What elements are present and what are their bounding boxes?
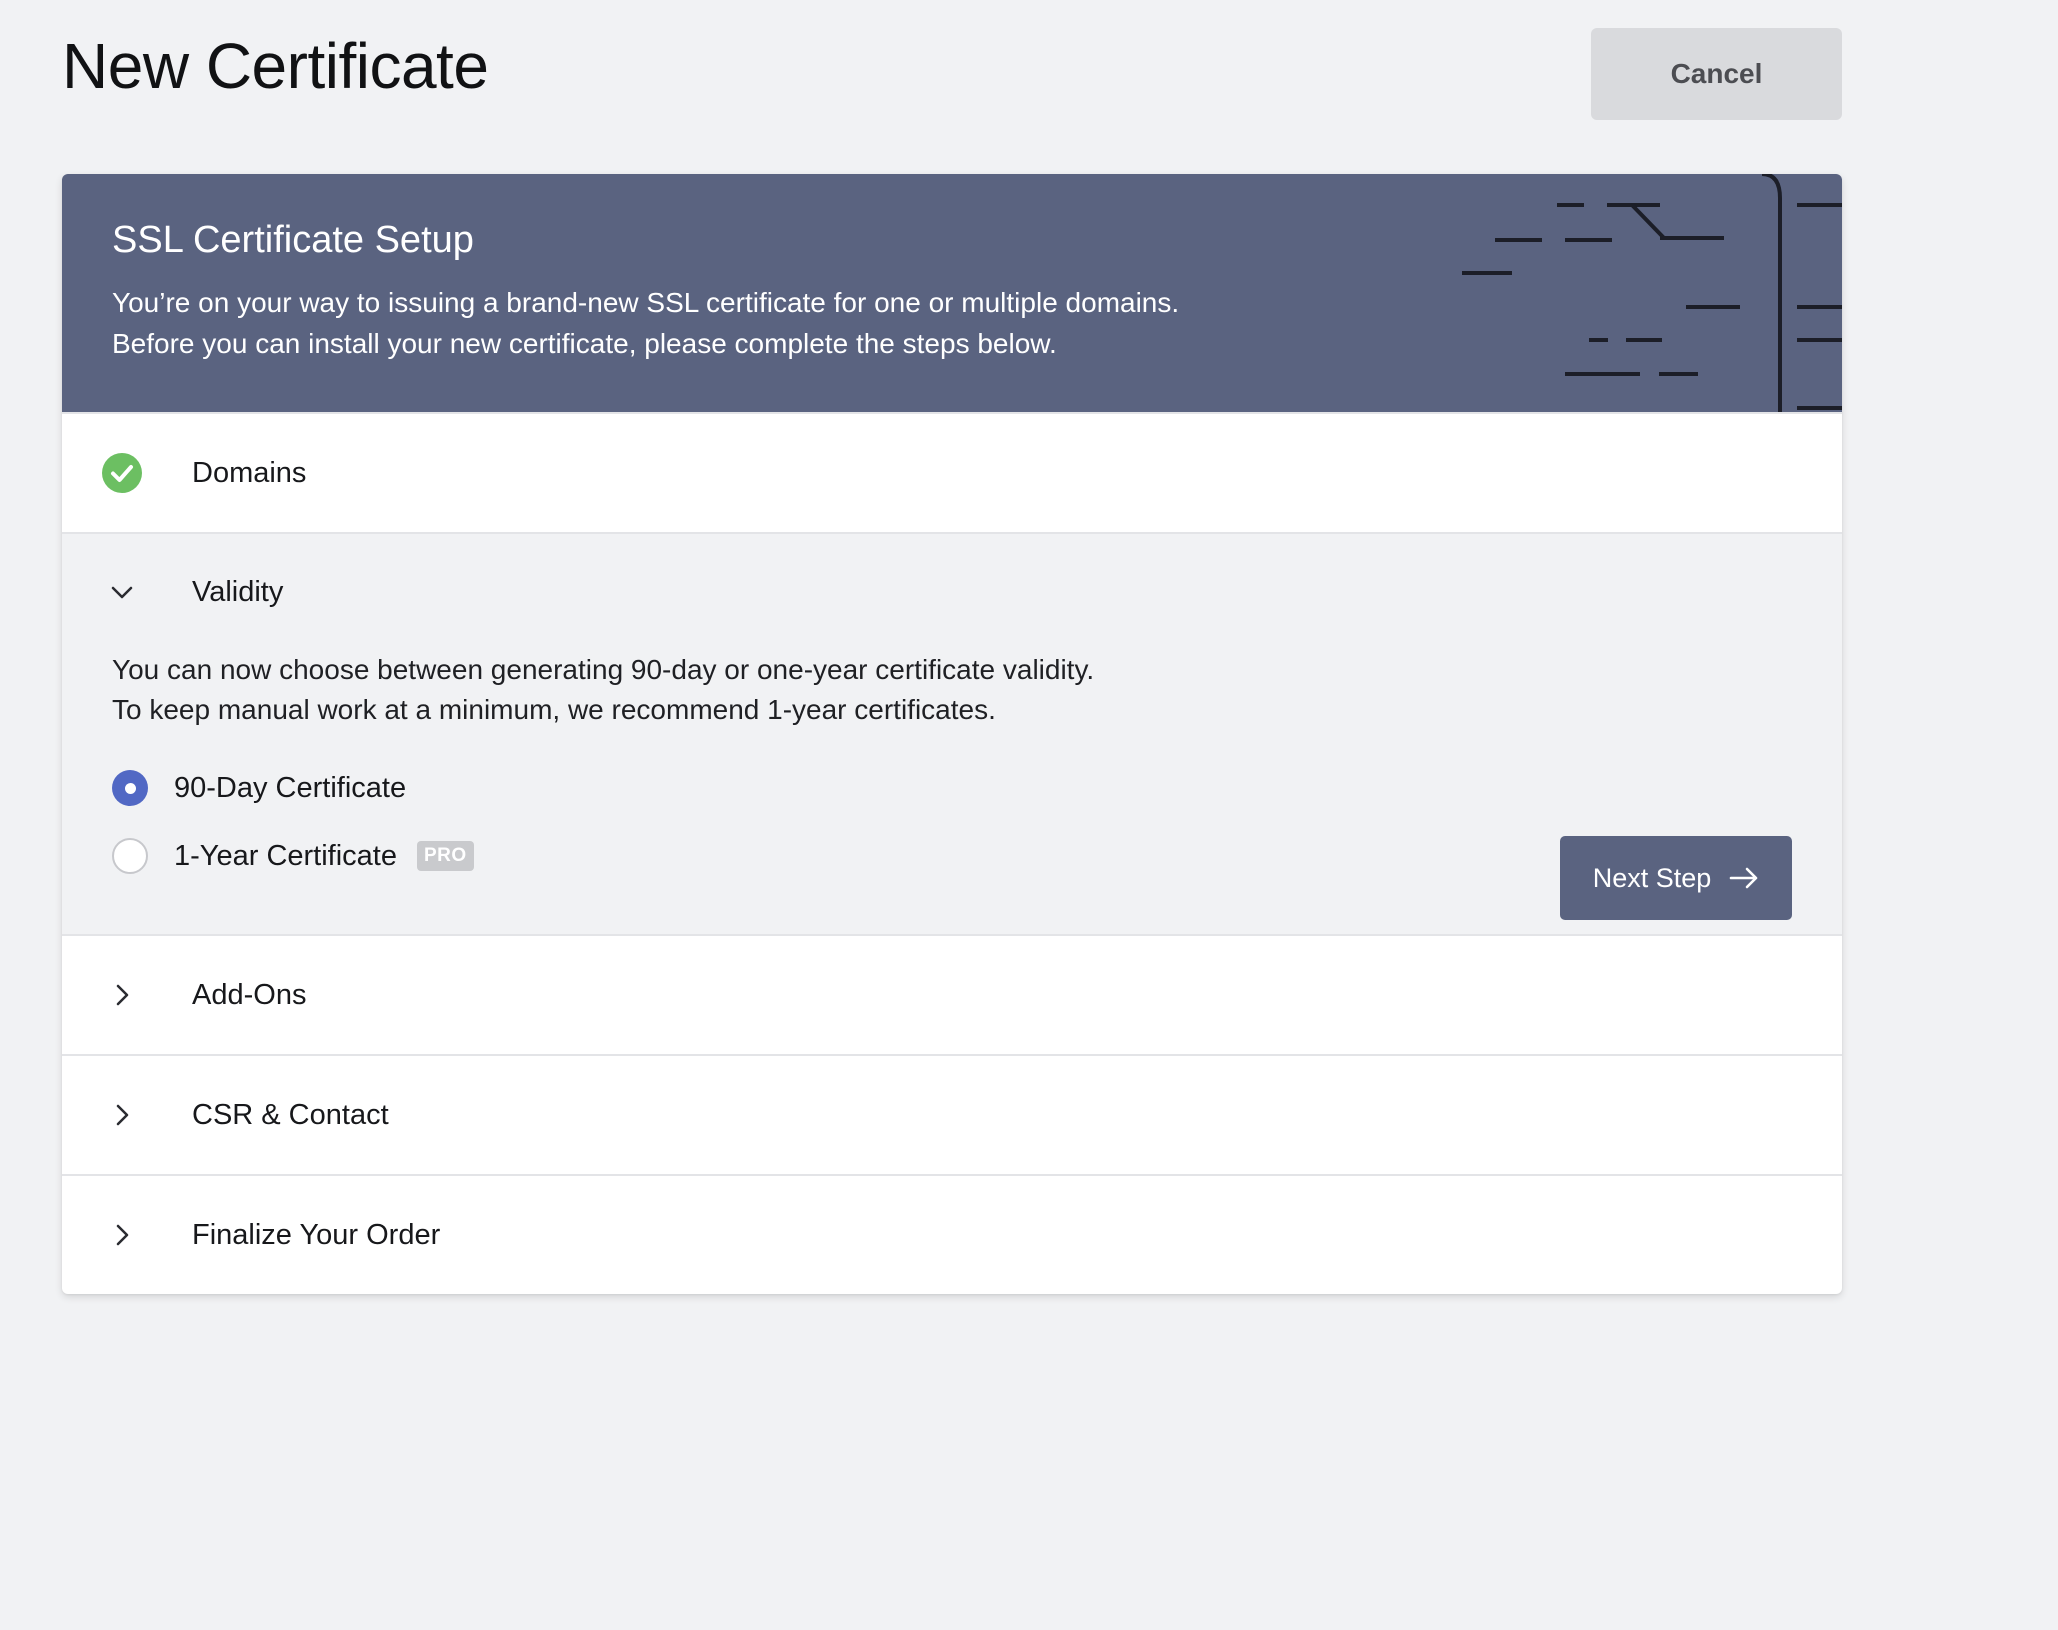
step-finalize-order: Finalize Your Order bbox=[62, 1174, 1842, 1294]
validity-body: You can now choose between generating 90… bbox=[62, 650, 1842, 934]
step-csr-contact-header[interactable]: CSR & Contact bbox=[62, 1056, 1842, 1174]
circuit-decoration-icon bbox=[1462, 174, 1842, 412]
page-title: New Certificate bbox=[62, 30, 489, 102]
chevron-right-icon bbox=[100, 973, 144, 1017]
option-label: 1-Year Certificate bbox=[174, 839, 397, 872]
step-add-ons-header[interactable]: Add-Ons bbox=[62, 936, 1842, 1054]
certificate-setup-card: SSL Certificate Setup You’re on your way… bbox=[62, 174, 1842, 1294]
header-description-line1: You’re on your way to issuing a brand-ne… bbox=[112, 287, 1180, 318]
step-label: Domains bbox=[192, 456, 307, 489]
step-label: Validity bbox=[192, 575, 284, 608]
step-domains: Domains bbox=[62, 412, 1842, 532]
page: New Certificate Cancel SSL Certificate S… bbox=[0, 0, 2058, 1630]
next-step-label: Next Step bbox=[1592, 862, 1712, 893]
step-label: Finalize Your Order bbox=[192, 1218, 441, 1251]
header-description: You’re on your way to issuing a brand-ne… bbox=[112, 282, 1412, 364]
step-add-ons: Add-Ons bbox=[62, 934, 1842, 1054]
header-title: SSL Certificate Setup bbox=[112, 219, 474, 261]
radio-1-year[interactable] bbox=[112, 838, 148, 874]
option-90-day[interactable]: 90-Day Certificate bbox=[112, 768, 1792, 808]
validity-description-line1: You can now choose between generating 90… bbox=[112, 654, 1095, 685]
step-label: CSR & Contact bbox=[192, 1098, 389, 1131]
step-finalize-order-header[interactable]: Finalize Your Order bbox=[62, 1176, 1842, 1294]
validity-description: You can now choose between generating 90… bbox=[112, 650, 1792, 730]
arrow-right-icon bbox=[1729, 866, 1759, 890]
chevron-right-icon bbox=[100, 1093, 144, 1137]
pro-badge: PRO bbox=[416, 841, 474, 871]
step-csr-contact: CSR & Contact bbox=[62, 1054, 1842, 1174]
step-validity: Validity You can now choose between gene… bbox=[62, 532, 1842, 934]
validity-description-line2: To keep manual work at a minimum, we rec… bbox=[112, 694, 996, 725]
option-1-year[interactable]: 1-Year Certificate PRO bbox=[112, 836, 1792, 876]
option-label: 90-Day Certificate bbox=[174, 771, 407, 804]
radio-dot bbox=[124, 782, 136, 794]
chevron-right-icon bbox=[100, 1213, 144, 1257]
chevron-down-icon bbox=[100, 570, 144, 614]
step-domains-header[interactable]: Domains bbox=[62, 414, 1842, 532]
cancel-button[interactable]: Cancel bbox=[1591, 28, 1842, 120]
header-description-line2: Before you can install your new certific… bbox=[112, 328, 1057, 359]
next-step-button[interactable]: Next Step bbox=[1560, 836, 1792, 920]
radio-90-day[interactable] bbox=[112, 770, 148, 806]
step-label: Add-Ons bbox=[192, 978, 307, 1011]
step-validity-header[interactable]: Validity bbox=[62, 534, 1842, 650]
card-header: SSL Certificate Setup You’re on your way… bbox=[62, 174, 1842, 412]
check-circle-icon bbox=[100, 451, 144, 495]
validity-options: 90-Day Certificate 1-Year Certificate PR… bbox=[112, 768, 1792, 876]
